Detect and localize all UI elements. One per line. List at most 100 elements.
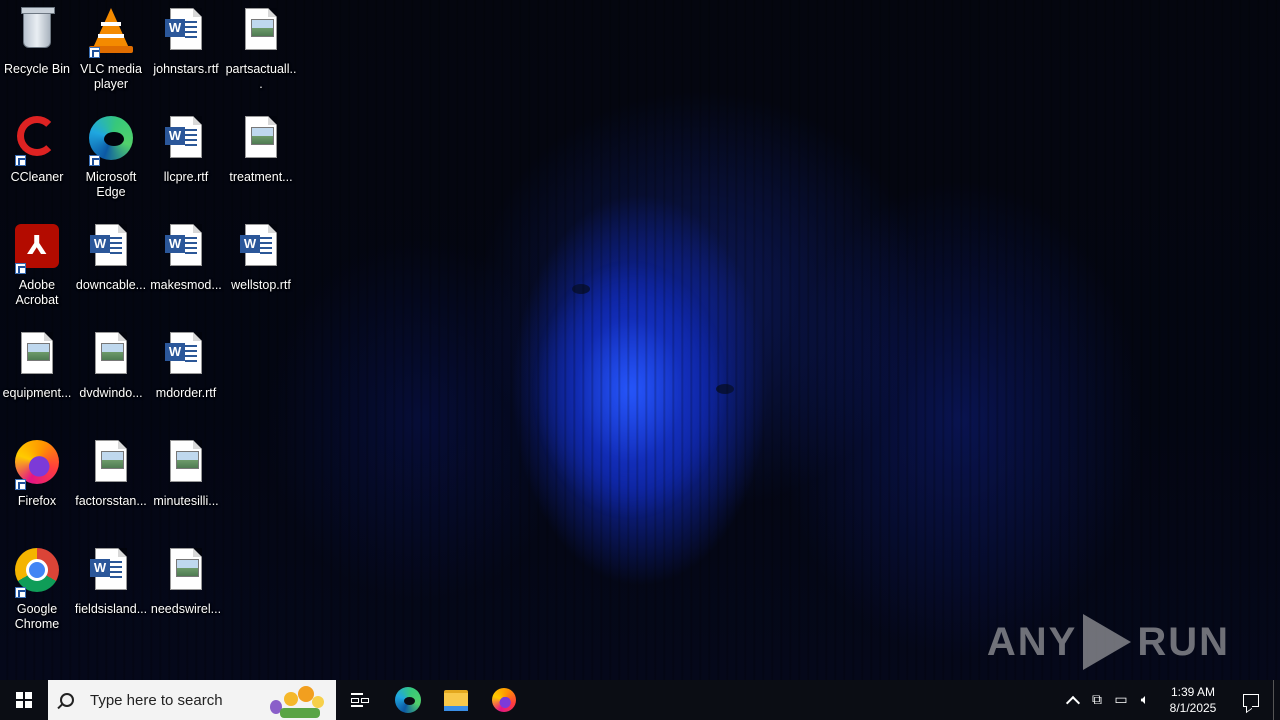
desktop-icon-equipment[interactable]: equipment... [0, 326, 74, 401]
desktop-icon-label: minutesilli... [153, 494, 219, 508]
recycle-bin-icon [21, 7, 55, 48]
windows-logo-icon [16, 692, 32, 708]
desktop-icon-vlc[interactable]: VLC media player [74, 2, 148, 92]
desktop-icon-label: partsactuall... [225, 62, 297, 91]
image-file-icon [170, 548, 202, 590]
desktop-icon-label: Adobe Acrobat [15, 278, 59, 307]
shortcut-arrow-icon [15, 155, 26, 166]
desktop-icon-google-chrome[interactable]: Google Chrome [0, 542, 74, 632]
desktop-icon-partsactuall[interactable]: partsactuall... [224, 2, 298, 92]
folder-icon [444, 689, 468, 711]
desktop-icon-label: wellstop.rtf [231, 278, 291, 292]
desktop-icon-label: factorsstan... [75, 494, 147, 508]
word-document-icon: W [165, 116, 202, 158]
clock-time: 1:39 AM [1170, 685, 1216, 699]
desktop-icon-label: johnstars.rtf [153, 62, 219, 76]
chrome-icon [15, 548, 59, 592]
desktop-icon-label: VLC media player [80, 62, 142, 91]
desktop-icon-downcable[interactable]: W downcable... [74, 218, 148, 293]
taskbar-firefox-button[interactable] [480, 680, 528, 720]
image-file-icon [245, 8, 277, 50]
desktop-icon-label: llcpre.rtf [163, 170, 209, 184]
watermark-text-left: ANY [986, 620, 1078, 664]
task-view-button[interactable] [336, 680, 384, 720]
clock-date: 8/1/2025 [1169, 701, 1217, 715]
image-file-icon [21, 332, 53, 374]
desktop-icon-johnstars[interactable]: W johnstars.rtf [149, 2, 223, 77]
edge-icon [89, 116, 133, 160]
notification-icon [1243, 693, 1259, 707]
task-view-icon [351, 693, 369, 707]
chevron-up-icon [1065, 695, 1081, 710]
desktop-icon-label: dvdwindo... [79, 386, 143, 400]
shortcut-arrow-icon [89, 47, 100, 58]
show-desktop-button[interactable] [1273, 680, 1280, 720]
image-file-icon [170, 440, 202, 482]
image-file-icon [95, 332, 127, 374]
desktop-icon-llcpre[interactable]: W llcpre.rtf [149, 110, 223, 185]
word-document-icon: W [240, 224, 277, 266]
system-tray: ⧉ ▭ 🔈︎ 1:39 AM 8/1/2025 [1061, 680, 1280, 720]
shortcut-arrow-icon [89, 155, 100, 166]
taskbar-search-box[interactable] [48, 680, 336, 720]
desktop-icon-label: equipment... [2, 386, 72, 400]
firefox-icon [492, 688, 516, 712]
desktop-icon-dvdwindo[interactable]: dvdwindo... [74, 326, 148, 401]
start-button[interactable] [0, 680, 48, 720]
search-icon [60, 693, 74, 707]
desktop-icon-microsoft-edge[interactable]: Microsoft Edge [74, 110, 148, 200]
taskbar-edge-button[interactable] [384, 680, 432, 720]
word-document-icon: W [165, 8, 202, 50]
meet-now-icon[interactable]: ⧉ [1085, 680, 1109, 720]
taskbar-file-explorer-button[interactable] [432, 680, 480, 720]
desktop-icon-label: treatment... [229, 170, 293, 184]
desktop-icon-label: Recycle Bin [4, 62, 70, 76]
word-document-icon: W [90, 224, 127, 266]
watermark-text-right: RUN [1137, 620, 1230, 664]
edge-icon [395, 687, 421, 713]
taskbar: ⧉ ▭ 🔈︎ 1:39 AM 8/1/2025 [0, 680, 1280, 720]
desktop-icon-ccleaner[interactable]: CCleaner [0, 110, 74, 185]
desktop-icon-label: makesmod... [150, 278, 222, 292]
desktop-icon-label: mdorder.rtf [155, 386, 217, 400]
word-document-icon: W [165, 332, 202, 374]
desktop-icon-label: Microsoft Edge [85, 170, 137, 199]
network-icon[interactable]: ▭ [1109, 680, 1133, 720]
word-document-icon: W [165, 224, 202, 266]
acrobat-icon: ⅄ [15, 224, 59, 268]
desktop-icon-label: CCleaner [10, 170, 64, 184]
desktop-icon-adobe-acrobat[interactable]: ⅄ Adobe Acrobat [0, 218, 74, 308]
search-highlight-flowers-icon [262, 684, 332, 718]
desktop-icon-minutesilli[interactable]: minutesilli... [149, 434, 223, 509]
desktop-icon-fieldsisland[interactable]: W fieldsisland... [74, 542, 148, 617]
desktop-icon-label: needswirel... [150, 602, 222, 616]
desktop-icon-treatment[interactable]: treatment... [224, 110, 298, 185]
action-center-button[interactable] [1229, 680, 1273, 720]
shortcut-arrow-icon [15, 263, 26, 274]
desktop-icon-label: downcable... [75, 278, 147, 292]
shortcut-arrow-icon [15, 587, 26, 598]
anyrun-watermark: ANY RUN [987, 612, 1230, 672]
image-file-icon [245, 116, 277, 158]
desktop-icon-label: Firefox [17, 494, 57, 508]
desktop-icon-needswirel[interactable]: needswirel... [149, 542, 223, 617]
desktop-icon-firefox[interactable]: Firefox [0, 434, 74, 509]
show-hidden-icons-button[interactable] [1061, 680, 1085, 720]
desktop-icon-recycle-bin[interactable]: Recycle Bin [0, 2, 74, 77]
shortcut-arrow-icon [15, 479, 26, 490]
image-file-icon [95, 440, 127, 482]
desktop-icon-makesmod[interactable]: W makesmod... [149, 218, 223, 293]
volume-icon[interactable]: 🔈︎ [1133, 680, 1157, 720]
desktop-icon-label: fieldsisland... [74, 602, 148, 616]
search-input[interactable] [88, 690, 262, 710]
vlc-icon [93, 8, 129, 48]
desktop-icon-label: Google Chrome [14, 602, 60, 631]
desktop-icon-mdorder[interactable]: W mdorder.rtf [149, 326, 223, 401]
desktop-icon-factorsstan[interactable]: factorsstan... [74, 434, 148, 509]
taskbar-clock[interactable]: 1:39 AM 8/1/2025 [1157, 684, 1229, 716]
watermark-play-icon [1083, 614, 1132, 670]
firefox-icon [15, 440, 59, 484]
ccleaner-icon [17, 116, 57, 156]
word-document-icon: W [90, 548, 127, 590]
desktop-icon-wellstop[interactable]: W wellstop.rtf [224, 218, 298, 293]
